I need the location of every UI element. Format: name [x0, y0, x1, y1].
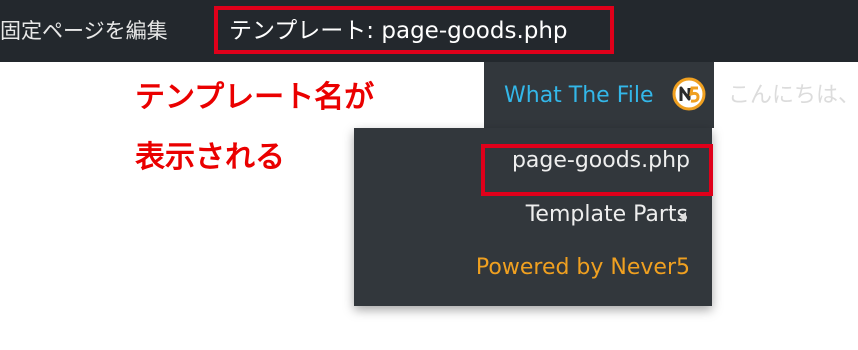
arrow-left-icon — [679, 212, 686, 222]
greeting-text: こんにちは、 — [728, 83, 858, 108]
edit-page-link[interactable]: 固定ページを編集 — [0, 14, 168, 48]
annotation-line-2: 表示される — [135, 140, 285, 175]
template-highlight-box — [214, 6, 614, 54]
template-parts-item[interactable]: Template Parts — [526, 199, 688, 231]
never5-logo-icon — [672, 77, 706, 111]
powered-by-link[interactable]: Powered by Never5 — [476, 252, 690, 284]
file-highlight-box — [481, 144, 713, 196]
what-the-file-label[interactable]: What The File — [504, 80, 654, 112]
annotation-line-1: テンプレート名が — [135, 80, 375, 115]
